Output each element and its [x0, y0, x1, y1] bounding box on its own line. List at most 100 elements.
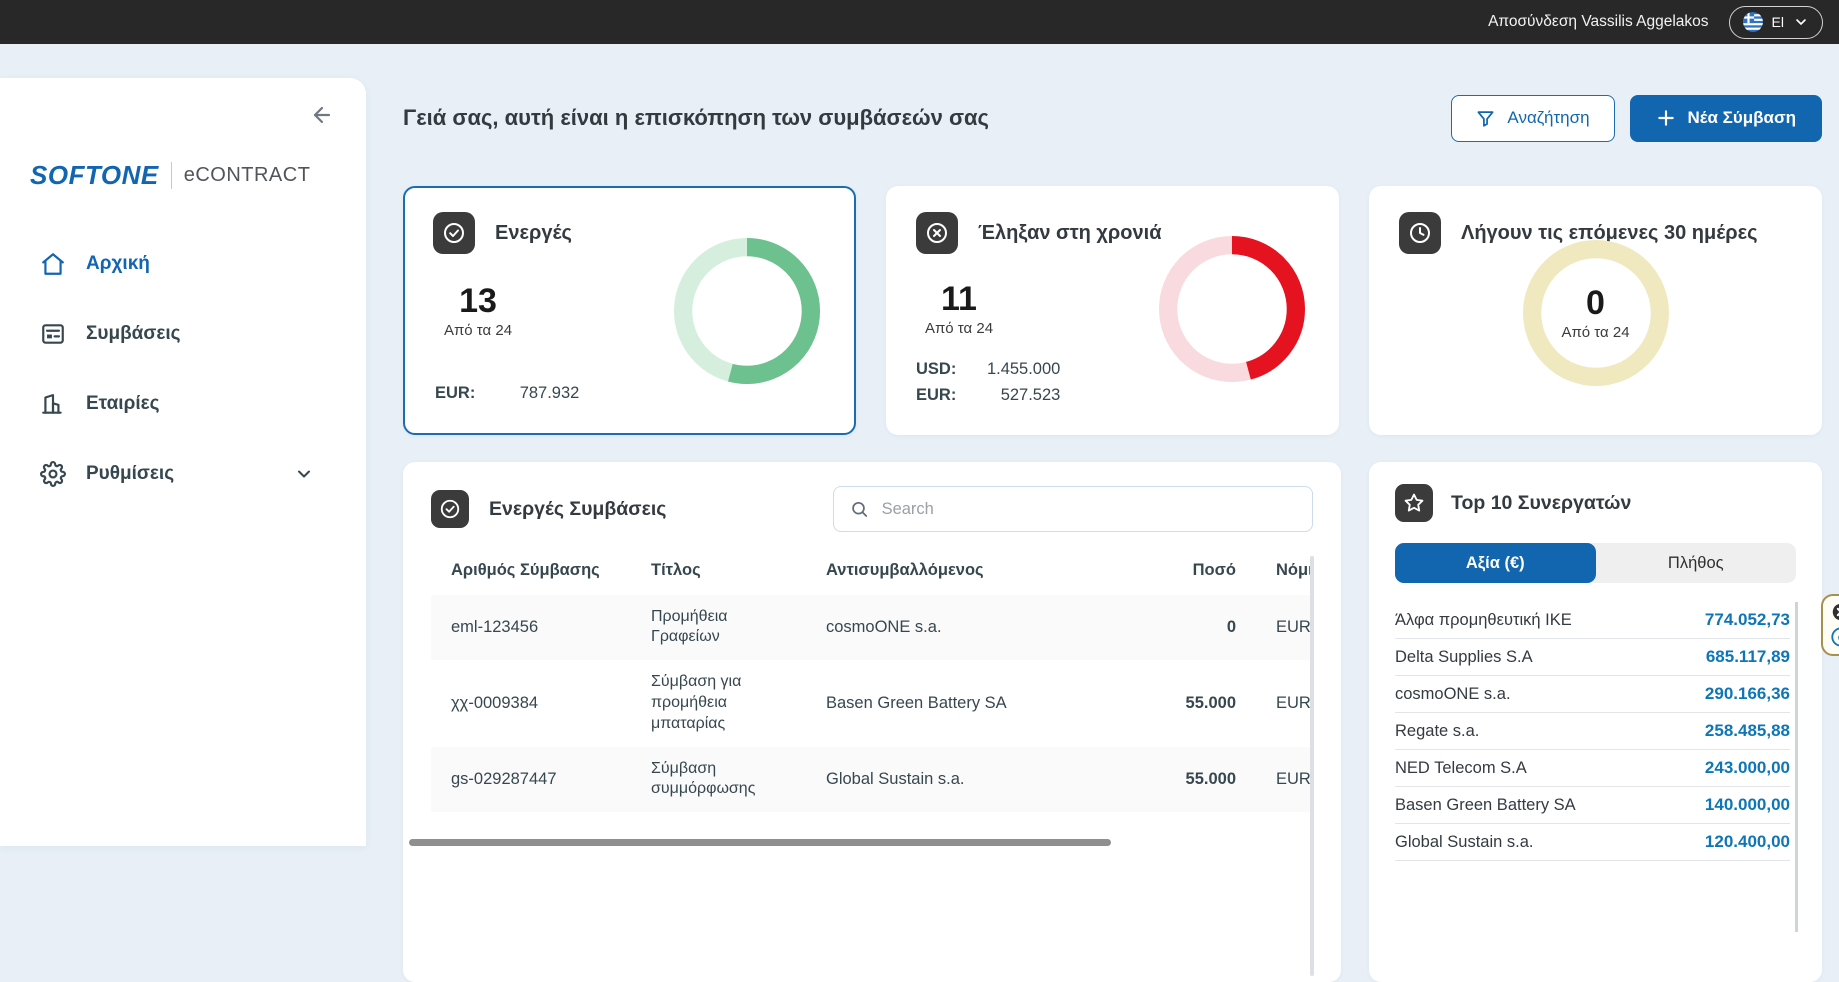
donut-center: 0 Από τα 24 [1523, 240, 1669, 386]
contracts-icon [40, 321, 66, 347]
vertical-scrollbar[interactable] [1310, 556, 1314, 976]
list-item: Global Sustain s.a. 120.400,00 [1395, 824, 1790, 861]
table-row[interactable]: gs-029287447 Σύμβαση συμμόρφωσης Global … [431, 747, 1313, 813]
contract-number: eml-123456 [431, 595, 651, 661]
table-viewport: Αριθμός Σύμβασης Τίτλος Αντισυμβαλλόμενο… [431, 546, 1313, 812]
list-item: Regate s.a. 258.485,88 [1395, 713, 1790, 750]
search-icon [850, 499, 869, 519]
stat-card-expired[interactable]: Έληξαν στη χρονιά 11 Από τα 24 USD: 1.45… [886, 186, 1339, 435]
partner-value: 685.117,89 [1706, 647, 1790, 667]
horizontal-scrollbar[interactable] [409, 839, 1111, 846]
column-header-currency: Νόμισμα [1236, 546, 1313, 595]
list-item: Άλφα προμηθευτική ΙΚΕ 774.052,73 [1395, 602, 1790, 639]
star-icon [1395, 484, 1433, 522]
partner-name: Basen Green Battery SA [1395, 796, 1576, 815]
partners-tabs: Αξία (€) Πλήθος [1395, 543, 1796, 583]
page-title: Γειά σας, αυτή είναι η επισκόπηση των συ… [403, 105, 989, 131]
donut-center: 13 Από τα 24 [405, 238, 551, 384]
partner-name: NED Telecom S.A [1395, 759, 1527, 778]
contract-amount: 0 [1086, 595, 1236, 661]
greek-flag-icon [1743, 12, 1763, 32]
bottom-row: Ενεργές Συμβάσεις Αριθμός Σύμβασης Τίτλο… [403, 462, 1822, 982]
search-input[interactable] [882, 500, 1296, 519]
contracts-table: Αριθμός Σύμβασης Τίτλος Αντισυμβαλλόμενο… [431, 546, 1313, 812]
column-header-counterparty: Αντισυμβαλλόμενος [826, 546, 1086, 595]
list-item: Basen Green Battery SA 140.000,00 [1395, 787, 1790, 824]
companies-icon [40, 391, 66, 417]
partner-value: 290.166,36 [1705, 684, 1790, 704]
currency-label: EUR: [916, 386, 956, 405]
header-actions: Αναζήτηση Νέα Σύμβαση [1451, 95, 1822, 142]
partners-header: Top 10 Συνεργατών [1395, 484, 1796, 522]
close-icon[interactable] [1830, 601, 1839, 623]
top-partners-card: Top 10 Συνεργατών Αξία (€) Πλήθος Άλφα π… [1369, 462, 1822, 982]
partner-name: Global Sustain s.a. [1395, 833, 1534, 852]
donut-value: 11 [941, 282, 977, 316]
table-title: Ενεργές Συμβάσεις [489, 498, 666, 521]
contract-number: χχ-0009384 [431, 660, 651, 746]
stat-card-active[interactable]: Ενεργές 13 Από τα 24 EUR: 787.932 [403, 186, 856, 435]
app-logo: SOFTONE eCONTRACT [30, 160, 366, 191]
search-button[interactable]: Αναζήτηση [1451, 95, 1614, 142]
table-header: Ενεργές Συμβάσεις [431, 486, 1313, 532]
partner-name: cosmoONE s.a. [1395, 685, 1511, 704]
sidebar-item-label: Ρυθμίσεις [86, 463, 174, 485]
logo-divider [171, 162, 172, 189]
list-item: NED Telecom S.A 243.000,00 [1395, 750, 1790, 787]
column-header-title: Τίτλος [651, 546, 826, 595]
sidebar-item-settings[interactable]: Ρυθμίσεις [0, 439, 366, 509]
partner-name: Regate s.a. [1395, 722, 1479, 741]
new-contract-button-label: Νέα Σύμβαση [1688, 108, 1796, 128]
search-button-label: Αναζήτηση [1507, 108, 1589, 128]
donut-chart [674, 238, 820, 384]
product-name: eCONTRACT [184, 164, 311, 187]
sidebar: SOFTONE eCONTRACT Αρχική Συμβάσεις Εταιρ… [0, 78, 366, 846]
partner-value: 774.052,73 [1705, 610, 1790, 630]
contract-counterparty: Global Sustain s.a. [826, 747, 1086, 813]
currency-value: 527.523 [968, 386, 1060, 405]
partner-value: 120.400,00 [1705, 832, 1790, 852]
partner-name: Άλφα προμηθευτική ΙΚΕ [1395, 611, 1572, 630]
column-header-amount: Ποσό [1086, 546, 1236, 595]
clock-icon [1399, 212, 1441, 254]
chevron-down-icon [294, 464, 314, 484]
stat-cards-row: Ενεργές 13 Από τα 24 EUR: 787.932 Έληξαν… [403, 186, 1822, 435]
vertical-scrollbar[interactable] [1795, 602, 1798, 932]
sidebar-item-label: Συμβάσεις [86, 323, 181, 345]
sidebar-item-companies[interactable]: Εταιρίες [0, 369, 366, 439]
sidebar-item-label: Αρχική [86, 253, 150, 275]
stat-card-expiring-soon[interactable]: Λήγουν τις επόμενες 30 ημέρες 0 Από τα 2… [1369, 186, 1822, 435]
tab-count[interactable]: Πλήθος [1596, 543, 1797, 583]
card-amounts: USD: 1.455.000 EUR: 527.523 [916, 360, 1060, 405]
plus-icon [1656, 108, 1676, 128]
list-item: cosmoONE s.a. 290.166,36 [1395, 676, 1790, 713]
logout-link[interactable]: Αποσύνδεση Vassilis Aggelakos [1488, 13, 1708, 31]
sidebar-item-label: Εταιρίες [86, 393, 160, 415]
table-search [833, 486, 1313, 532]
partner-value: 258.485,88 [1705, 721, 1790, 741]
currency-value: 1.455.000 [968, 360, 1060, 379]
language-selector[interactable]: El [1729, 6, 1823, 39]
new-contract-button[interactable]: Νέα Σύμβαση [1630, 95, 1822, 142]
currency-label: EUR: [435, 384, 475, 403]
topbar: Αποσύνδεση Vassilis Aggelakos El [0, 0, 1839, 44]
contract-currency: EUR [1236, 660, 1313, 746]
partner-list: Άλφα προμηθευτική ΙΚΕ 774.052,73 Delta S… [1395, 602, 1790, 861]
donut-value: 0 [1586, 286, 1605, 320]
sidebar-nav: Αρχική Συμβάσεις Εταιρίες Ρυθμίσεις [0, 229, 366, 509]
table-row[interactable]: χχ-0009384 Σύμβαση για προμήθεια μπαταρί… [431, 660, 1313, 746]
contract-title: Προμήθεια Γραφείων [651, 595, 826, 661]
table-row[interactable]: eml-123456 Προμήθεια Γραφείων cosmoONE s… [431, 595, 1313, 661]
check-circle-icon [431, 490, 469, 528]
contract-number: gs-029287447 [431, 747, 651, 813]
partner-value: 140.000,00 [1705, 795, 1790, 815]
econtract-badge-icon: e [1830, 626, 1839, 648]
partner-value: 243.000,00 [1705, 758, 1790, 778]
floating-widget[interactable]: e [1821, 594, 1839, 656]
sidebar-item-contracts[interactable]: Συμβάσεις [0, 299, 366, 369]
sidebar-item-home[interactable]: Αρχική [0, 229, 366, 299]
active-contracts-card: Ενεργές Συμβάσεις Αριθμός Σύμβασης Τίτλο… [403, 462, 1341, 982]
tab-value[interactable]: Αξία (€) [1395, 543, 1596, 583]
sidebar-collapse-button[interactable] [310, 102, 336, 128]
contract-amount: 55.000 [1086, 747, 1236, 813]
